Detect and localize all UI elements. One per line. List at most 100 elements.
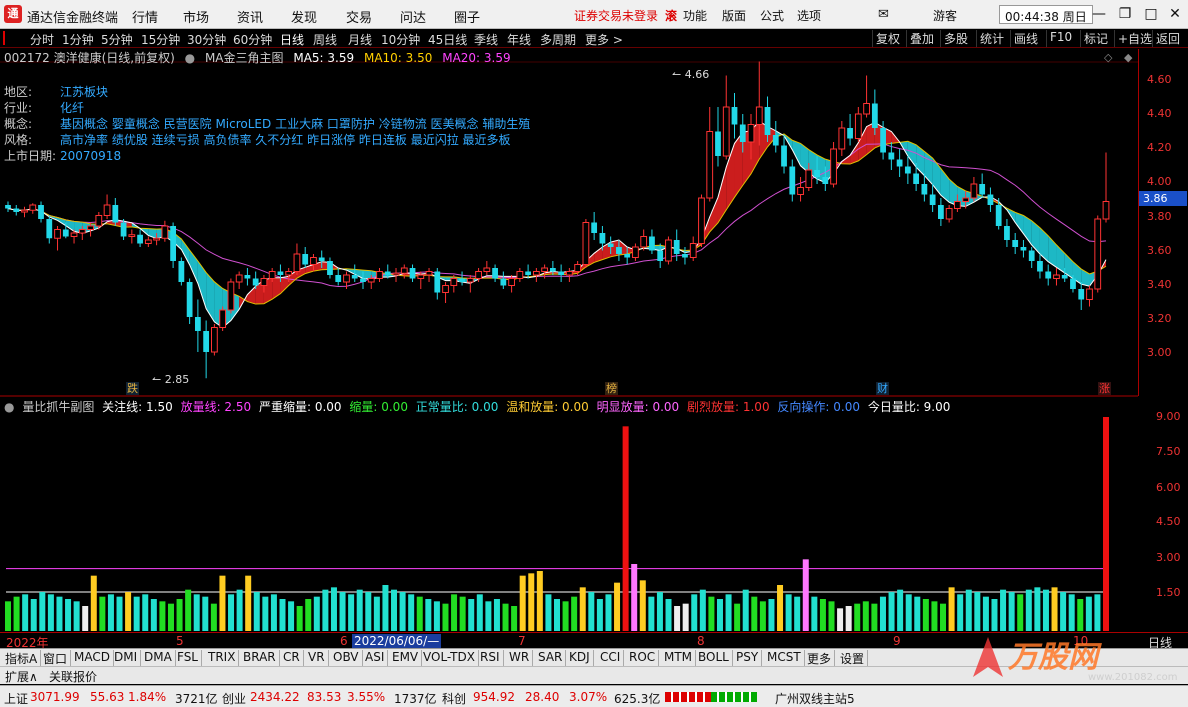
cy-index-value: 2434.22 xyxy=(250,690,300,704)
tab-asi[interactable]: ASI xyxy=(362,650,389,666)
ratio-bar xyxy=(1051,587,1058,631)
candle-body xyxy=(29,204,37,211)
candle-body xyxy=(1061,275,1068,279)
candle-body xyxy=(1102,201,1110,220)
tab-more[interactable]: 更多 xyxy=(804,650,836,666)
candle-body xyxy=(384,271,391,275)
candle-body xyxy=(1012,240,1019,247)
ratio-bar xyxy=(142,594,149,631)
candle-body xyxy=(838,127,846,150)
sh-index-amount: 3721亿 xyxy=(175,692,218,706)
ratio-bar xyxy=(270,594,277,631)
ratio-bar xyxy=(210,603,217,631)
candle-body xyxy=(904,166,911,174)
candle-body xyxy=(525,271,531,275)
ratio-bar xyxy=(90,575,97,631)
legend-mild: 温和放量: 0.00 xyxy=(506,400,589,414)
expand-diamond-icon[interactable]: ◇ xyxy=(1104,51,1112,64)
date-label: 5 xyxy=(176,634,184,648)
price-tick: 3.00 xyxy=(1147,346,1172,359)
candle-body xyxy=(863,103,870,115)
ratio-bar xyxy=(459,596,466,631)
kc-index-amount: 625.3亿 xyxy=(614,692,661,706)
ratio-bar xyxy=(125,592,132,631)
marker-drop[interactable]: 跌 xyxy=(126,382,139,395)
kc-index-name[interactable]: 科创 xyxy=(442,690,466,707)
candle-body xyxy=(70,232,78,237)
tab-obv[interactable]: OBV xyxy=(330,650,363,666)
indicator-settings-icon[interactable]: ● xyxy=(185,51,195,65)
ratio-bar xyxy=(391,589,398,631)
marker-finance[interactable]: 财 xyxy=(876,382,889,395)
ratio-bar xyxy=(1000,589,1007,631)
tab-mtm[interactable]: MTM xyxy=(661,650,697,666)
ratio-bar xyxy=(639,580,646,631)
tab-settings[interactable]: 设置 xyxy=(837,650,869,666)
tab-rsi[interactable]: RSI xyxy=(477,650,504,666)
sh-index-value: 3071.99 xyxy=(30,690,80,704)
candle-body xyxy=(871,103,878,128)
tab-wr[interactable]: WR xyxy=(506,650,534,666)
ratio-bar xyxy=(991,599,998,631)
tab-mcst[interactable]: MCST xyxy=(764,650,805,666)
sub-settings-icon[interactable]: ● xyxy=(4,400,14,414)
ratio-tick: 3.00 xyxy=(1156,551,1181,564)
marker-rise[interactable]: 涨 xyxy=(1098,382,1111,395)
tab-dmi[interactable]: DMI xyxy=(111,650,142,666)
ratio-bar xyxy=(176,599,183,631)
cy-index-name[interactable]: 创业 xyxy=(222,690,246,707)
ratio-bar xyxy=(854,603,861,631)
ratio-bar xyxy=(245,575,252,631)
tab-fsl[interactable]: FSL xyxy=(174,650,202,666)
ratio-bar xyxy=(545,594,552,631)
tab-cr[interactable]: CR xyxy=(280,650,304,666)
status-bar: 上证 3071.99 55.63 1.84% 3721亿 创业 2434.22 … xyxy=(0,685,1188,707)
tab-kdj[interactable]: KDJ xyxy=(566,650,594,666)
tab-roc[interactable]: ROC xyxy=(626,650,660,666)
legend-violent: 剧烈放量: 1.00 xyxy=(687,400,770,414)
candle-body xyxy=(673,240,680,254)
expand-button[interactable]: 扩展∧ xyxy=(2,668,41,685)
candle-body xyxy=(417,274,425,279)
tab-macd[interactable]: MACD xyxy=(71,650,114,666)
tab-vol-tdx[interactable]: VOL-TDX xyxy=(420,650,479,666)
ratio-tick: 6.00 xyxy=(1156,481,1181,494)
candle-body xyxy=(62,229,69,237)
ratio-bar xyxy=(1102,417,1110,631)
candle-body xyxy=(335,275,342,282)
candle-body xyxy=(170,226,177,261)
legend-reverse: 反向操作: 0.00 xyxy=(777,400,860,414)
sub-indicator-name[interactable]: 量比抓牛副图 xyxy=(22,400,94,414)
tab-window[interactable]: 窗口 xyxy=(40,650,72,666)
tab-psy[interactable]: PSY xyxy=(733,650,763,666)
tab-indicator-a[interactable]: 指标A xyxy=(2,650,42,666)
collapse-icon[interactable]: ◆ xyxy=(1124,51,1132,64)
ratio-bar xyxy=(511,606,518,631)
tab-vr[interactable]: VR xyxy=(305,650,329,666)
tab-brar[interactable]: BRAR xyxy=(240,650,280,666)
tab-boll[interactable]: BOLL xyxy=(695,650,733,666)
ma-fill-band xyxy=(1039,227,1049,262)
marker-list[interactable]: 榜 xyxy=(605,382,618,395)
tab-emv[interactable]: EMV xyxy=(389,650,423,666)
candle-body xyxy=(1053,274,1060,279)
candle-body xyxy=(178,261,185,282)
tab-cci[interactable]: CCI xyxy=(597,650,625,666)
ratio-bar xyxy=(982,596,989,631)
ratio-bar xyxy=(1025,589,1032,631)
tab-trix[interactable]: TRIX xyxy=(205,650,240,666)
candle-body xyxy=(830,148,837,185)
ma-fill-band xyxy=(907,141,917,168)
candle-body xyxy=(425,271,433,276)
candle-body xyxy=(913,173,920,184)
ratio-bar xyxy=(811,596,818,631)
tab-dma[interactable]: DMA xyxy=(141,650,176,666)
server-name[interactable]: 广州双线主站5 xyxy=(775,690,855,707)
related-quotes-button[interactable]: 关联报价 xyxy=(46,668,100,685)
ma5-value: MA5: 3.59 xyxy=(293,51,355,65)
sh-index-name[interactable]: 上证 xyxy=(4,690,28,707)
main-indicator-name[interactable]: MA金三角主图 xyxy=(205,51,284,65)
ratio-bar xyxy=(553,599,561,631)
ratio-bar xyxy=(905,594,912,631)
tab-sar[interactable]: SAR xyxy=(535,650,567,666)
